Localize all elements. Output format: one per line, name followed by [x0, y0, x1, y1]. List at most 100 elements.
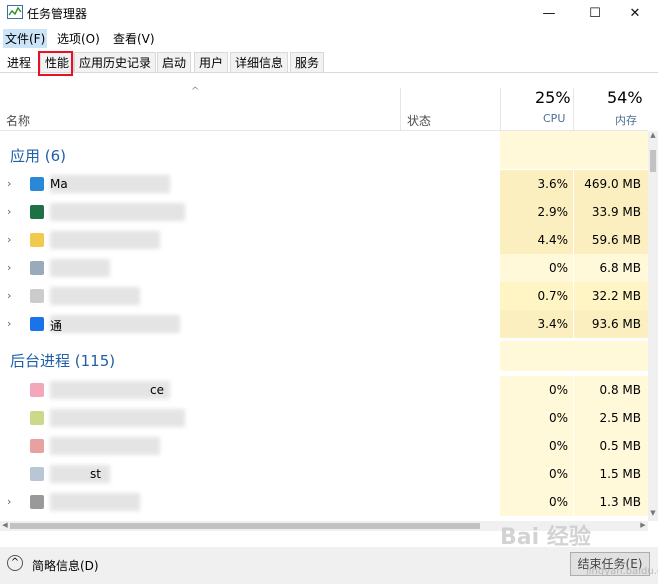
process-icon — [30, 205, 44, 219]
process-icon — [30, 411, 44, 425]
column-separator — [500, 88, 501, 130]
background-process-row[interactable]: st 0% 1.5 MB — [0, 460, 648, 488]
redacted-name — [50, 259, 110, 277]
cpu-value: 0% — [548, 439, 568, 453]
cpu-value: 0% — [548, 495, 568, 509]
vertical-scrollbar[interactable] — [648, 131, 658, 521]
cpu-value: 0% — [548, 411, 568, 425]
minimize-button[interactable]: — — [526, 0, 572, 26]
expand-chevron-icon[interactable]: › — [7, 233, 11, 246]
app-row[interactable]: › 2.9% 33.9 MB — [0, 198, 648, 226]
column-memory[interactable]: 内存 — [615, 112, 637, 128]
column-status[interactable]: 状态 — [407, 112, 431, 129]
memory-value: 6.8 MB — [599, 261, 641, 275]
group-background-processes[interactable]: 后台进程 (115) — [10, 350, 115, 371]
app-row[interactable]: › 4.4% 59.6 MB — [0, 226, 648, 254]
column-separator — [573, 88, 574, 130]
memory-value: 93.6 MB — [591, 317, 641, 331]
redacted-name — [50, 175, 170, 193]
background-process-row[interactable]: 0% 0.5 MB — [0, 432, 648, 460]
memory-total-percent: 54% — [607, 88, 643, 107]
group-heat-bg — [500, 341, 648, 371]
cpu-value: 0.7% — [537, 289, 569, 303]
redacted-name — [50, 437, 160, 455]
app-row[interactable]: › 通 3.4% 93.6 MB — [0, 310, 648, 338]
expand-chevron-icon[interactable]: › — [7, 177, 11, 190]
cpu-value: 0% — [548, 261, 568, 275]
group-apps[interactable]: 应用 (6) — [10, 145, 66, 166]
close-button[interactable]: ✕ — [612, 0, 658, 26]
app-row[interactable]: › 0% 6.8 MB — [0, 254, 648, 282]
memory-value: 32.2 MB — [591, 289, 641, 303]
cpu-cell-bg — [500, 131, 574, 169]
expand-chevron-icon[interactable]: › — [7, 289, 11, 302]
performance-tab-highlight — [38, 51, 73, 76]
scroll-right-icon[interactable]: ▶ — [638, 521, 648, 531]
sort-arrow-icon: ^ — [191, 86, 200, 97]
column-separator — [400, 88, 401, 130]
redacted-name — [50, 315, 180, 333]
app-row[interactable]: › Ma 3.6% 469.0 MB — [0, 170, 648, 198]
memory-value: 469.0 MB — [584, 177, 641, 191]
column-name[interactable]: 名称 — [6, 112, 30, 129]
memory-value: 59.6 MB — [591, 233, 641, 247]
process-name: 通 — [50, 319, 63, 333]
process-icon — [30, 317, 44, 331]
column-cpu[interactable]: CPU — [543, 112, 565, 125]
expand-chevron-icon[interactable]: › — [7, 205, 11, 218]
process-name: ce — [150, 383, 164, 397]
expand-chevron-icon[interactable]: › — [7, 261, 11, 274]
menu-file[interactable]: 文件(F) — [3, 29, 48, 48]
app-row[interactable]: › 0.7% 32.2 MB — [0, 282, 648, 310]
tab-app-history[interactable]: 应用历史记录 — [74, 52, 157, 72]
tab-services[interactable]: 服务 — [290, 52, 325, 72]
expand-chevron-icon[interactable]: › — [7, 317, 11, 330]
cpu-value: 0% — [548, 383, 568, 397]
process-icon — [30, 233, 44, 247]
process-icon — [30, 261, 44, 275]
process-icon — [30, 439, 44, 453]
background-process-row[interactable]: › 0% 1.3 MB — [0, 488, 648, 516]
memory-value: 0.5 MB — [599, 439, 641, 453]
tab-users[interactable]: 用户 — [194, 52, 229, 72]
cpu-total-percent: 25% — [535, 88, 571, 107]
scroll-up-icon[interactable]: ▲ — [648, 131, 658, 143]
tab-processes[interactable]: 进程 — [2, 52, 37, 72]
memory-value: 2.5 MB — [599, 411, 641, 425]
mem-cell-bg — [574, 131, 648, 169]
minimize-icon: — — [542, 5, 556, 21]
scroll-down-icon[interactable]: ▼ — [648, 509, 658, 521]
vertical-scroll-thumb[interactable] — [650, 150, 656, 172]
memory-value: 1.5 MB — [599, 467, 641, 481]
cpu-value: 4.4% — [537, 233, 569, 247]
process-icon — [30, 383, 44, 397]
redacted-name — [50, 409, 185, 427]
chevron-up-icon[interactable]: ^ — [7, 555, 23, 571]
expand-chevron-icon[interactable]: › — [7, 495, 11, 508]
cpu-value: 0% — [548, 467, 568, 481]
fewer-details-link[interactable]: 简略信息(D) — [32, 557, 99, 574]
horizontal-scroll-thumb[interactable] — [10, 523, 480, 529]
cpu-value: 3.6% — [537, 177, 569, 191]
background-process-row[interactable]: ce 0% 0.8 MB — [0, 376, 648, 404]
baidu-watermark-url: jingyan.baidu.com — [586, 566, 658, 577]
cpu-value: 3.4% — [537, 317, 569, 331]
process-icon — [30, 467, 44, 481]
memory-value: 33.9 MB — [591, 205, 641, 219]
background-process-row[interactable]: 0% 2.5 MB — [0, 404, 648, 432]
cpu-value: 2.9% — [537, 205, 569, 219]
process-name: Ma — [50, 177, 68, 191]
task-manager-icon — [7, 5, 23, 19]
process-icon — [30, 495, 44, 509]
menu-options[interactable]: 选项(O) — [55, 29, 102, 48]
menu-view[interactable]: 查看(V) — [111, 29, 157, 48]
window-title: 任务管理器 — [27, 7, 88, 21]
process-icon — [30, 289, 44, 303]
tab-startup[interactable]: 启动 — [157, 52, 192, 72]
tab-details[interactable]: 详细信息 — [230, 52, 289, 72]
process-name: st — [90, 467, 101, 481]
redacted-name — [50, 231, 160, 249]
scroll-left-icon[interactable]: ◀ — [0, 521, 10, 531]
close-icon: ✕ — [629, 5, 641, 21]
memory-value: 0.8 MB — [599, 383, 641, 397]
